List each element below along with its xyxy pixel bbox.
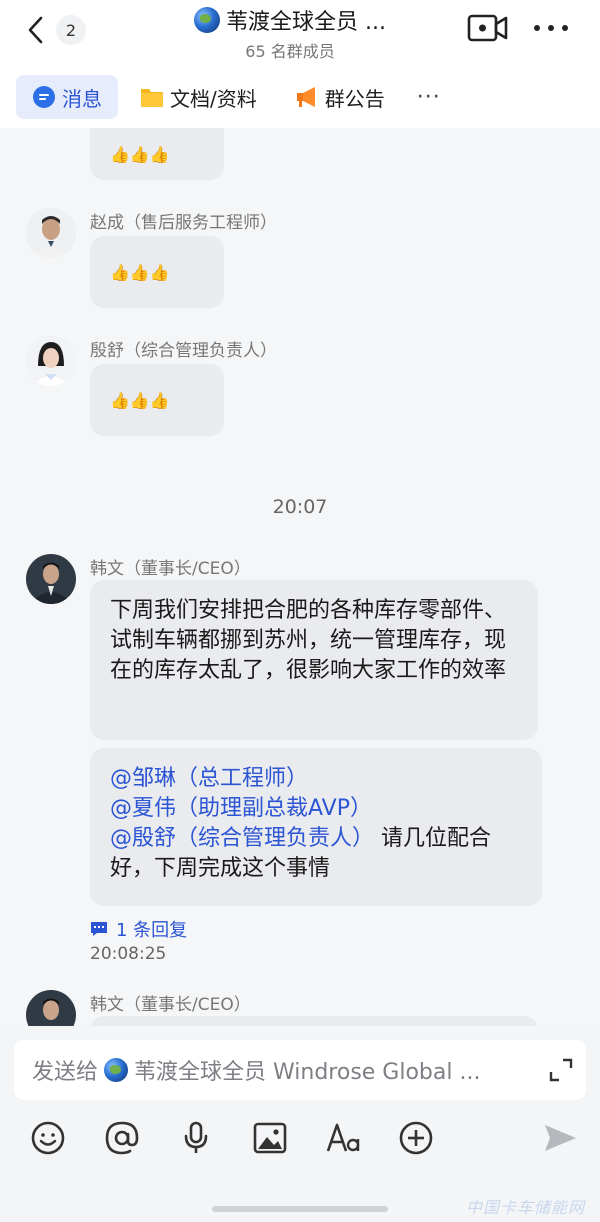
add-attachment-button[interactable]: [396, 1118, 436, 1158]
dot-icon: [534, 25, 540, 31]
message-bubble[interactable]: 👍👍👍: [90, 128, 224, 180]
send-icon: [545, 1125, 576, 1151]
text-format-button[interactable]: [324, 1118, 364, 1158]
tab-label: 消息: [62, 86, 102, 111]
plus-icon: [399, 1121, 433, 1155]
voice-button[interactable]: [176, 1118, 216, 1158]
mention-link[interactable]: @夏伟（助理副总裁AVP）: [110, 796, 372, 821]
message-bubble[interactable]: 👍👍👍: [90, 364, 224, 436]
group-title: 苇渡全球全员 ...: [160, 4, 420, 36]
placeholder-target: 苇渡全球全员 Windrose Global ...: [134, 1060, 481, 1085]
mention-link[interactable]: @邹琳（总工程师）: [110, 766, 308, 791]
reaction-emojis: 👍👍👍: [110, 390, 170, 410]
emoji-icon: [31, 1121, 65, 1155]
send-button[interactable]: [540, 1118, 580, 1158]
message-input[interactable]: 发送给 苇渡全球全员 Windrose Global ...: [14, 1040, 586, 1100]
megaphone-icon: [295, 86, 319, 108]
image-icon: [253, 1122, 287, 1154]
avatar[interactable]: [26, 554, 76, 604]
avatar[interactable]: [26, 208, 76, 258]
reaction-emojis: 👍👍👍: [110, 262, 170, 282]
emoji-button[interactable]: [28, 1118, 68, 1158]
message-bubble[interactable]: @邹琳（总工程师） @夏伟（助理副总裁AVP） @殷舒（综合管理负责人） 请几位…: [90, 748, 542, 906]
tabs-more-button[interactable]: ···: [407, 85, 451, 110]
watermark-text: 中国卡车储能网: [466, 1198, 586, 1217]
microphone-icon: [184, 1121, 208, 1153]
avatar[interactable]: [26, 990, 76, 1026]
person-icon: [26, 336, 76, 386]
message-bubble[interactable]: 下周我们安排把合肥的各种库存零部件、试制车辆都挪到苏州，统一管理库存，现在的库存…: [90, 580, 538, 740]
font-icon: [326, 1123, 360, 1152]
tab-announcements[interactable]: 群公告: [279, 75, 401, 119]
chat-header: 2 苇渡全球全员 ... 65 名群成员: [0, 0, 600, 66]
sender-name: 韩文（董事长/CEO）: [90, 559, 251, 579]
composer: 发送给 苇渡全球全员 Windrose Global ...: [0, 1026, 600, 1222]
tab-label: 群公告: [324, 86, 385, 111]
placeholder-prefix: 发送给: [32, 1060, 99, 1085]
globe-icon: [104, 1058, 129, 1082]
back-button[interactable]: 2: [26, 10, 96, 50]
composer-toolbar: [28, 1118, 588, 1162]
input-placeholder: 发送给 苇渡全球全员 Windrose Global ...: [32, 1054, 480, 1086]
tab-label: 文档/资料: [170, 86, 257, 111]
reply-count: 1 条回复: [116, 920, 188, 941]
more-options-button[interactable]: [530, 15, 572, 41]
mention-button[interactable]: [102, 1118, 142, 1158]
thread-reply-link[interactable]: 1 条回复: [90, 916, 187, 942]
sender-name: 殷舒（综合管理负责人）: [90, 341, 277, 361]
message-list[interactable]: 👍👍👍 赵成（售后服务工程师） 👍👍👍 殷舒（综合管理负责人） 👍👍👍 20:0…: [0, 128, 600, 1026]
tab-messages[interactable]: 消息: [16, 75, 118, 119]
video-call-button[interactable]: [467, 12, 509, 44]
home-indicator[interactable]: [212, 1206, 388, 1212]
unread-count-badge: 2: [56, 15, 86, 45]
dot-icon: [562, 25, 568, 31]
message-bubble[interactable]: [90, 1016, 538, 1026]
member-count: 65 名群成员: [245, 42, 335, 61]
sender-name: 韩文（董事长/CEO）: [90, 995, 251, 1015]
video-camera-icon: [467, 14, 508, 42]
message-text: 下周我们安排把合肥的各种库存零部件、试制车辆都挪到苏州，统一管理库存，现在的库存…: [110, 598, 507, 683]
avatar[interactable]: [26, 336, 76, 386]
reply-thread-icon: [91, 922, 107, 936]
message-bubble[interactable]: 👍👍👍: [90, 236, 224, 308]
chat-bubble-icon: [32, 85, 56, 109]
person-icon: [26, 990, 76, 1026]
chevron-left-icon: [28, 16, 43, 44]
message-time: 20:08:25: [90, 944, 167, 964]
message-text: @邹琳（总工程师） @夏伟（助理副总裁AVP） @殷舒（综合管理负责人） 请几位…: [90, 748, 542, 900]
tab-documents[interactable]: 文档/资料: [124, 75, 273, 119]
mention-link[interactable]: @殷舒（综合管理负责人）: [110, 826, 374, 851]
group-title-text: 苇渡全球全员 ...: [226, 10, 386, 35]
tab-bar: 消息 文档/资料 群公告 ···: [0, 70, 600, 124]
at-icon: [105, 1121, 139, 1155]
person-icon: [26, 208, 76, 258]
person-icon: [26, 554, 76, 604]
dot-icon: [548, 25, 554, 31]
time-divider: 20:07: [272, 496, 328, 518]
sender-name: 赵成（售后服务工程师）: [90, 213, 277, 233]
folder-icon: [140, 86, 164, 108]
globe-icon: [194, 7, 220, 33]
reaction-emojis: 👍👍👍: [110, 144, 170, 164]
expand-icon[interactable]: [548, 1057, 574, 1083]
image-button[interactable]: [250, 1118, 290, 1158]
group-title-area[interactable]: 苇渡全球全员 ... 65 名群成员: [160, 4, 420, 62]
